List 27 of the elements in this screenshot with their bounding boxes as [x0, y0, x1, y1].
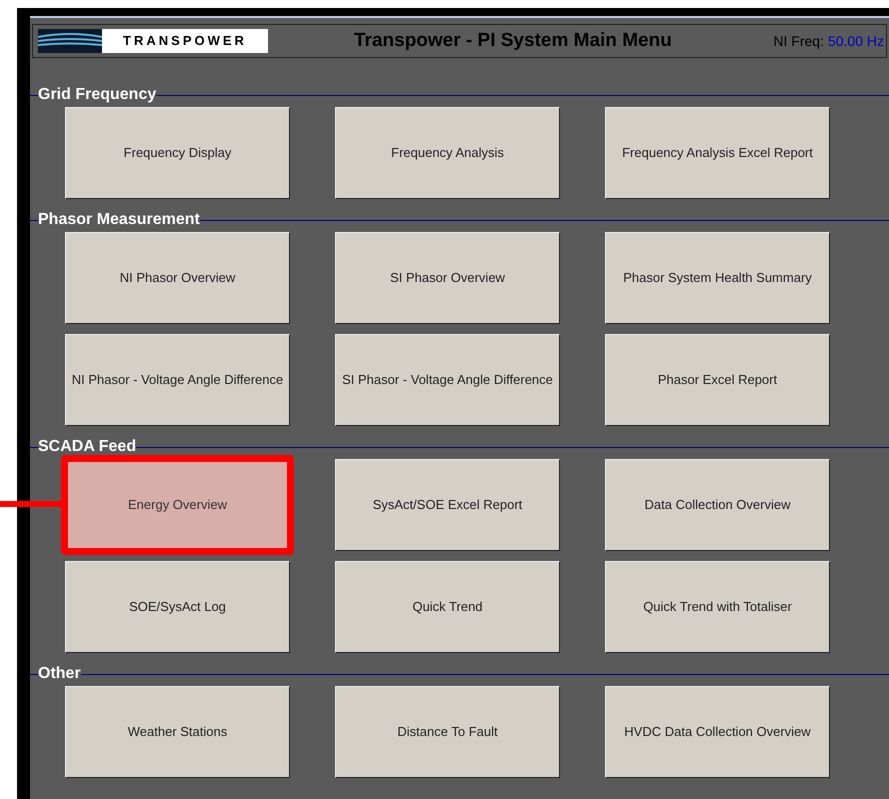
menu-button[interactable]: Frequency Display [65, 107, 290, 199]
menu-button[interactable]: Frequency Analysis [335, 107, 560, 199]
freq-label: NI Freq: [773, 32, 824, 51]
logo-text: TRANSPOWER [122, 32, 248, 50]
menu-button[interactable]: NI Phasor Overview [65, 232, 290, 324]
menu-button[interactable]: Phasor System Health Summary [605, 232, 830, 324]
section-title: SCADA Feed [38, 438, 136, 456]
window-title: Transpower - PI System Main Menu [354, 28, 672, 53]
menu-button[interactable]: Quick Trend with Totaliser [605, 561, 830, 653]
menu-button[interactable]: Frequency Analysis Excel Report [605, 107, 830, 199]
menu-button[interactable]: SI Phasor Overview [335, 232, 560, 324]
section-title: Grid Frequency [38, 86, 156, 104]
section-title: Phasor Measurement [38, 211, 200, 229]
menu-button[interactable]: SOE/SysAct Log [65, 561, 290, 653]
menu-button[interactable]: HVDC Data Collection Overview [605, 686, 830, 778]
freq-value: 50.00 Hz [828, 32, 884, 50]
menu-button[interactable]: Quick Trend [335, 561, 560, 653]
section-title: Other [38, 665, 81, 683]
menu-button[interactable]: SI Phasor - Voltage Angle Difference [335, 334, 560, 426]
menu-button[interactable]: NI Phasor - Voltage Angle Difference [65, 334, 290, 426]
menu-button[interactable]: Phasor Excel Report [605, 334, 830, 426]
wave-logo-icon [38, 29, 102, 53]
menu-button[interactable]: Weather Stations [65, 686, 290, 778]
menu-button[interactable]: Data Collection Overview [605, 459, 830, 551]
menu-button[interactable]: SysAct/SOE Excel Report [335, 459, 560, 551]
menu-button[interactable]: Distance To Fault [335, 686, 560, 778]
menu-button[interactable]: Energy Overview [61, 455, 294, 555]
